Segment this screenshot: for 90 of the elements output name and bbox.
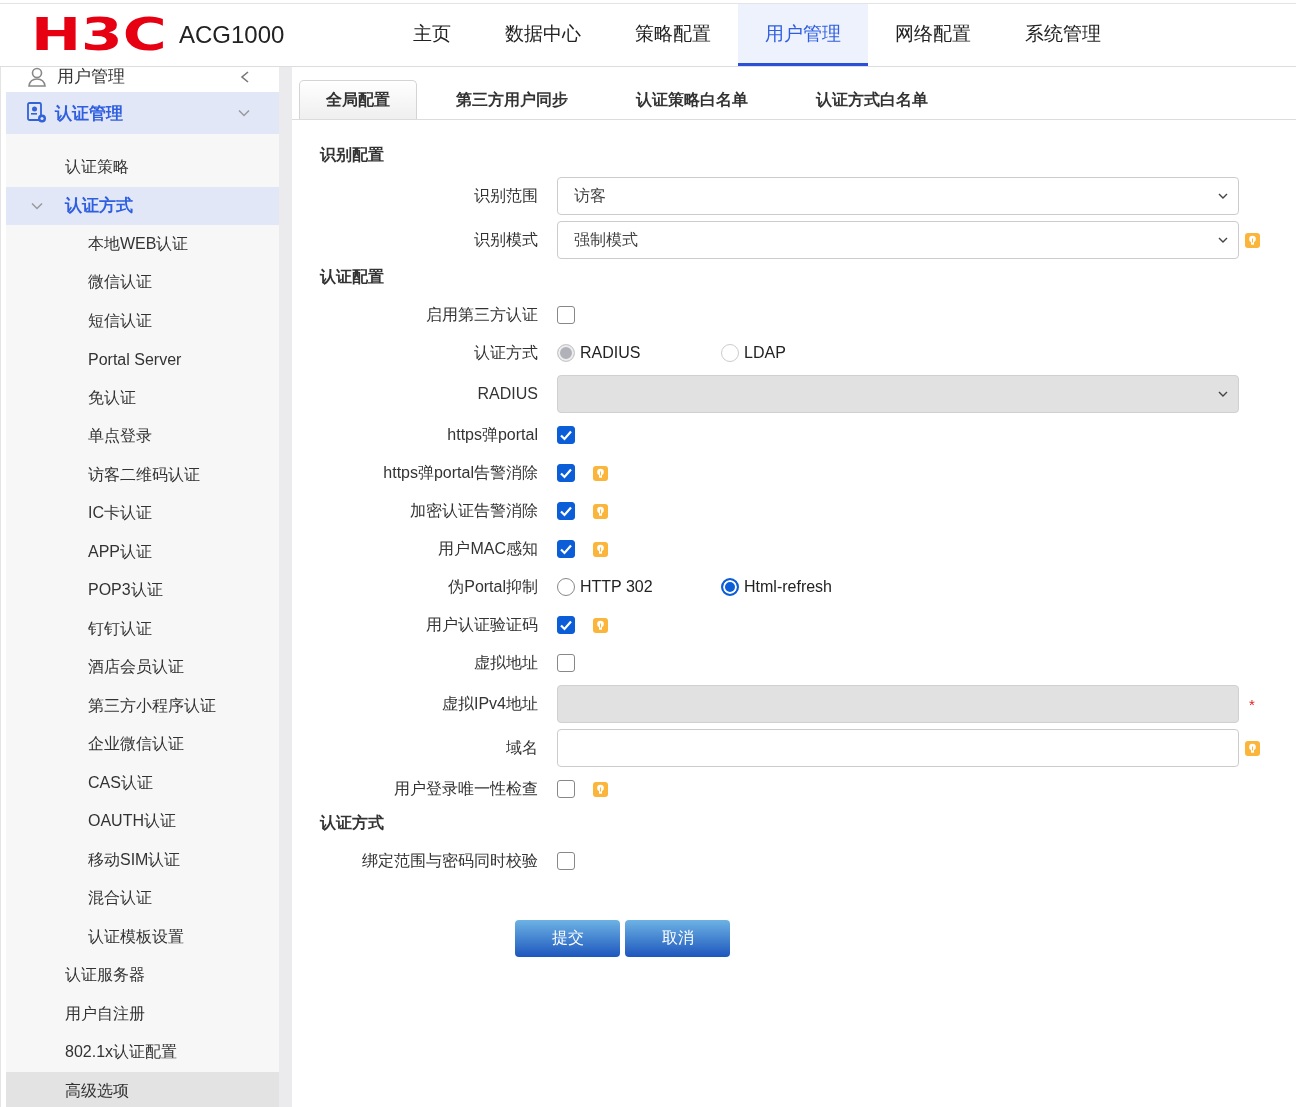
certificate-gear-icon [27,102,47,124]
sidebar-subitem[interactable]: 第三方小程序认证 [6,687,279,726]
field-label: https弹portal告警消除 [382,462,538,483]
nav-tab[interactable]: 网络配置 [868,4,998,66]
nav-tab[interactable]: 系统管理 [998,4,1128,66]
sidebar-item[interactable]: 认证策略 [6,148,279,187]
chevron-down-icon [1218,390,1228,398]
sidebar-group[interactable]: 认证管理 [6,92,279,134]
checkbox[interactable] [557,464,575,482]
dropdown-field[interactable]: 访客 [557,177,1239,215]
sidebar-subitem[interactable]: 酒店会员认证 [6,648,279,687]
form-button[interactable]: 提交 [515,920,620,957]
field-label: 绑定范围与密码同时校验 [361,850,538,871]
checkbox[interactable] [557,426,575,444]
radio-button[interactable] [557,578,575,596]
nav-tab[interactable]: 用户管理 [738,4,868,66]
dropdown-field[interactable]: 强制模式 [557,221,1239,259]
sidebar-subitem[interactable]: 移动SIM认证 [6,841,279,880]
sidebar-subitem[interactable]: Portal Server [6,340,279,379]
sidebar-subitem[interactable]: 企业微信认证 [6,725,279,764]
sidebar-subitem[interactable]: 微信认证 [6,263,279,302]
field-label: https弹portal [446,424,538,445]
sidebar-subitem[interactable]: 短信认证 [6,302,279,341]
logo: H3C [31,17,168,53]
chevron-down-icon [1218,192,1228,200]
sidebar-subitem[interactable]: CAS认证 [6,764,279,803]
field-label: 认证方式 [473,342,538,363]
field-label: 用户MAC感知 [437,538,538,559]
field-label: 虚拟IPv4地址 [441,693,538,714]
checkbox[interactable] [557,852,575,870]
sidebar-subitem[interactable]: POP3认证 [6,571,279,610]
sidebar-subitem[interactable]: 免认证 [6,379,279,418]
radio-label: RADIUS [580,344,641,362]
section-title: 识别配置 [320,144,385,165]
sidebar-item[interactable]: 高级选项 [6,1072,279,1107]
module-label: 用户管理 [57,67,126,88]
field-label: 伪Portal抑制 [447,576,538,597]
field-label: 启用第三方认证 [425,304,538,325]
tab[interactable]: 第三方用户同步 [427,80,597,119]
nav-tab[interactable]: 策略配置 [608,4,738,66]
radio-label: HTTP 302 [580,578,653,596]
dropdown-value: 强制模式 [574,229,639,250]
sidebar-item[interactable]: 认证方式 [6,186,279,225]
sidebar-subitem[interactable]: OAUTH认证 [6,802,279,841]
product-name: ACG1000 [179,21,285,49]
dropdown-value: 访客 [574,185,607,206]
field-label: 用户登录唯一性检查 [393,778,538,799]
sidebar-subitem[interactable]: 认证模板设置 [6,918,279,957]
chevron-left-icon [239,69,251,84]
sidebar-subitem[interactable]: 单点登录 [6,417,279,456]
field-label: 识别模式 [473,229,538,250]
nav-tab[interactable]: 主页 [386,4,478,66]
radio-button[interactable] [721,578,739,596]
sidebar-module[interactable]: 用户管理 [6,67,279,92]
nav-tab[interactable]: 数据中心 [478,4,608,66]
radio-label: Html-refresh [744,578,832,596]
tab[interactable]: 认证方式白名单 [787,80,957,119]
tab[interactable]: 认证策略白名单 [607,80,777,119]
field-label: 加密认证告警消除 [409,500,538,521]
field-label: 用户认证验证码 [425,614,538,635]
item-label: 认证方式 [65,195,133,218]
sidebar-subitem[interactable]: 钉钉认证 [6,610,279,649]
sidebar-subitem[interactable]: 访客二维码认证 [6,456,279,495]
section-title: 认证方式 [320,812,385,833]
chevron-down-icon [1218,236,1228,244]
field-label: RADIUS [476,385,538,403]
text-field[interactable] [557,729,1239,767]
checkbox[interactable] [557,616,575,634]
checkbox[interactable] [557,780,575,798]
field-label: 识别范围 [473,185,538,206]
checkbox[interactable] [557,540,575,558]
sidebar-item[interactable]: 802.1x认证配置 [6,1033,279,1072]
field-label: 虚拟地址 [473,652,538,673]
checkbox[interactable] [557,654,575,672]
sidebar-subitem[interactable]: IC卡认证 [6,494,279,533]
user-icon [27,67,47,87]
sidebar-subitem[interactable]: APP认证 [6,533,279,572]
checkbox[interactable] [557,306,575,324]
radio-label: LDAP [744,344,786,362]
sidebar-item[interactable]: 用户自注册 [6,995,279,1034]
sidebar-subitem[interactable]: 混合认证 [6,879,279,918]
group-label: 认证管理 [55,102,124,125]
checkbox[interactable] [557,502,575,520]
sidebar-subitem[interactable]: 本地WEB认证 [6,225,279,264]
tab[interactable]: 全局配置 [299,80,417,119]
section-title: 认证配置 [320,266,385,287]
field-label: 域名 [505,737,538,758]
sidebar-item[interactable]: 认证服务器 [6,956,279,995]
form-button[interactable]: 取消 [625,920,730,957]
required-mark: * [1249,695,1255,713]
